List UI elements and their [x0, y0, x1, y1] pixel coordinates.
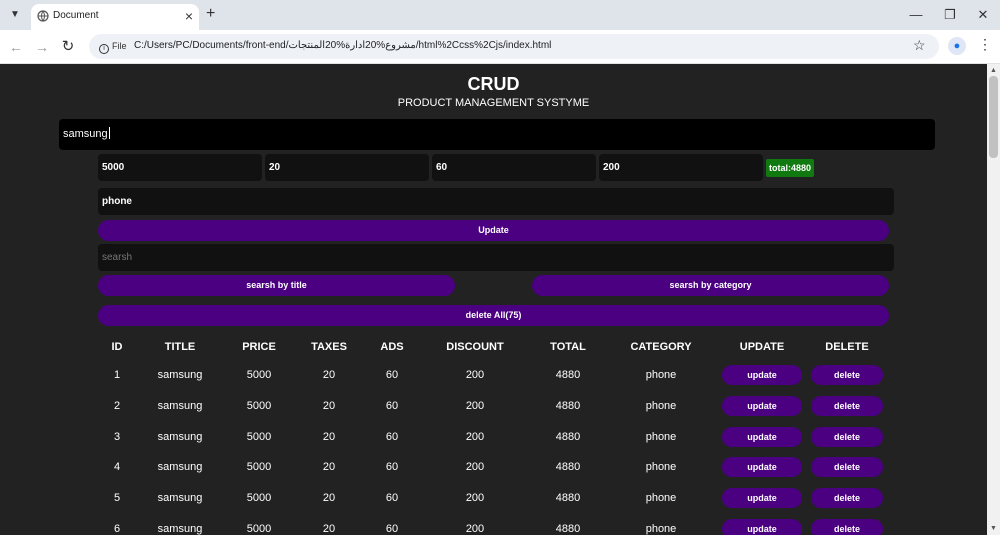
- site-info-label: File: [112, 41, 127, 51]
- row-delete-button[interactable]: delete: [811, 426, 883, 447]
- restore-icon[interactable]: ❐: [940, 5, 960, 25]
- total-badge: total:4880: [766, 159, 815, 177]
- close-window-icon[interactable]: ✕: [973, 5, 993, 25]
- cell-total: 4880: [555, 430, 581, 443]
- tab-title: Document: [53, 10, 99, 21]
- cell-total: 4880: [555, 523, 581, 535]
- cell-discount: 200: [465, 399, 485, 412]
- cell-total: 4880: [555, 461, 581, 474]
- page-subtitle: PRODUCT MANAGEMENT SYSTYME: [397, 97, 590, 109]
- row-update-button[interactable]: update: [722, 365, 802, 385]
- search-by-category-button[interactable]: searsh by category: [532, 275, 889, 296]
- search-by-title-button[interactable]: searsh by title: [98, 275, 455, 296]
- cell-discount: 200: [465, 369, 485, 381]
- browser-tab[interactable]: Document ×: [31, 4, 199, 30]
- row-delete-button[interactable]: delete: [811, 457, 883, 478]
- cell-category: phone: [645, 369, 677, 381]
- row-update-button[interactable]: update: [722, 457, 802, 478]
- row-update-button[interactable]: update: [722, 395, 802, 416]
- reload-icon[interactable]: ↻: [58, 37, 78, 57]
- row-delete-button[interactable]: delete: [811, 365, 883, 385]
- cell-discount: 200: [465, 430, 485, 443]
- bookmark-star-icon[interactable]: ☆: [913, 37, 926, 54]
- more-menu-icon[interactable]: ⋮: [978, 36, 992, 53]
- info-icon: i: [99, 44, 109, 54]
- forward-arrow-icon[interactable]: →: [32, 37, 52, 57]
- title-input[interactable]: samsung: [59, 119, 935, 150]
- new-tab-icon[interactable]: +: [206, 4, 215, 24]
- page-title: CRUD: [467, 74, 520, 94]
- profile-avatar-icon[interactable]: ●: [948, 37, 966, 55]
- url-text: C:/Users/PC/Documents/front-end/مشروع%20…: [134, 40, 552, 51]
- cell-total: 4880: [555, 492, 581, 505]
- browser-tab-bar: ▼ Document × + — ❐ ✕: [0, 0, 1000, 30]
- cell-category: phone: [645, 399, 677, 412]
- cell-category: phone: [645, 461, 677, 474]
- column-header-discount: DISCOUNT: [446, 341, 504, 353]
- cell-discount: 200: [465, 492, 485, 505]
- discount-input[interactable]: 200: [599, 154, 763, 181]
- taxes-input[interactable]: 20: [265, 154, 429, 181]
- page-viewport: CRUD PRODUCT MANAGEMENT SYSTYME samsung …: [0, 64, 987, 535]
- update-submit-button[interactable]: Update: [98, 220, 889, 241]
- browser-toolbar: ← → ↻ i File C:/Users/PC/Documents/front-…: [0, 30, 1000, 64]
- back-arrow-icon[interactable]: ←: [6, 37, 26, 57]
- price-input[interactable]: 5000: [98, 154, 262, 181]
- search-input[interactable]: searsh: [98, 244, 894, 271]
- scrollbar-thumb[interactable]: [989, 76, 998, 158]
- column-header-delete: DELETE: [825, 341, 869, 353]
- cell-discount: 200: [465, 523, 485, 535]
- cell-category: phone: [645, 492, 677, 505]
- row-delete-button[interactable]: delete: [811, 395, 883, 416]
- title-input-value: samsung: [63, 128, 108, 140]
- row-update-button[interactable]: update: [722, 519, 802, 535]
- cell-category: phone: [645, 430, 677, 443]
- ads-input[interactable]: 60: [432, 154, 596, 181]
- cell-total: 4880: [555, 399, 581, 412]
- cell-total: 4880: [555, 369, 581, 381]
- globe-icon: [37, 10, 49, 22]
- text-caret: [108, 127, 110, 139]
- row-delete-button[interactable]: delete: [811, 519, 883, 535]
- site-info-chip[interactable]: i File: [94, 37, 132, 56]
- row-delete-button[interactable]: delete: [811, 488, 883, 509]
- tab-close-icon[interactable]: ×: [185, 7, 193, 25]
- scroll-down-arrow-icon[interactable]: ▼: [990, 525, 997, 532]
- delete-all-button[interactable]: delete All(75): [98, 305, 889, 326]
- column-header-category: CATEGORY: [630, 341, 692, 353]
- cell-category: phone: [645, 523, 677, 535]
- row-update-button[interactable]: update: [722, 488, 802, 509]
- column-header-total: TOTAL: [550, 341, 586, 353]
- scrollbar[interactable]: ▲ ▼: [987, 64, 1000, 535]
- tab-search-chevron-icon[interactable]: ▼: [6, 6, 24, 24]
- minimize-icon[interactable]: —: [906, 5, 926, 25]
- scroll-up-arrow-icon[interactable]: ▲: [990, 67, 997, 74]
- category-input[interactable]: phone: [98, 188, 894, 215]
- row-update-button[interactable]: update: [722, 426, 802, 447]
- address-bar[interactable]: i File C:/Users/PC/Documents/front-end/مش…: [89, 34, 939, 59]
- cell-discount: 200: [465, 461, 485, 474]
